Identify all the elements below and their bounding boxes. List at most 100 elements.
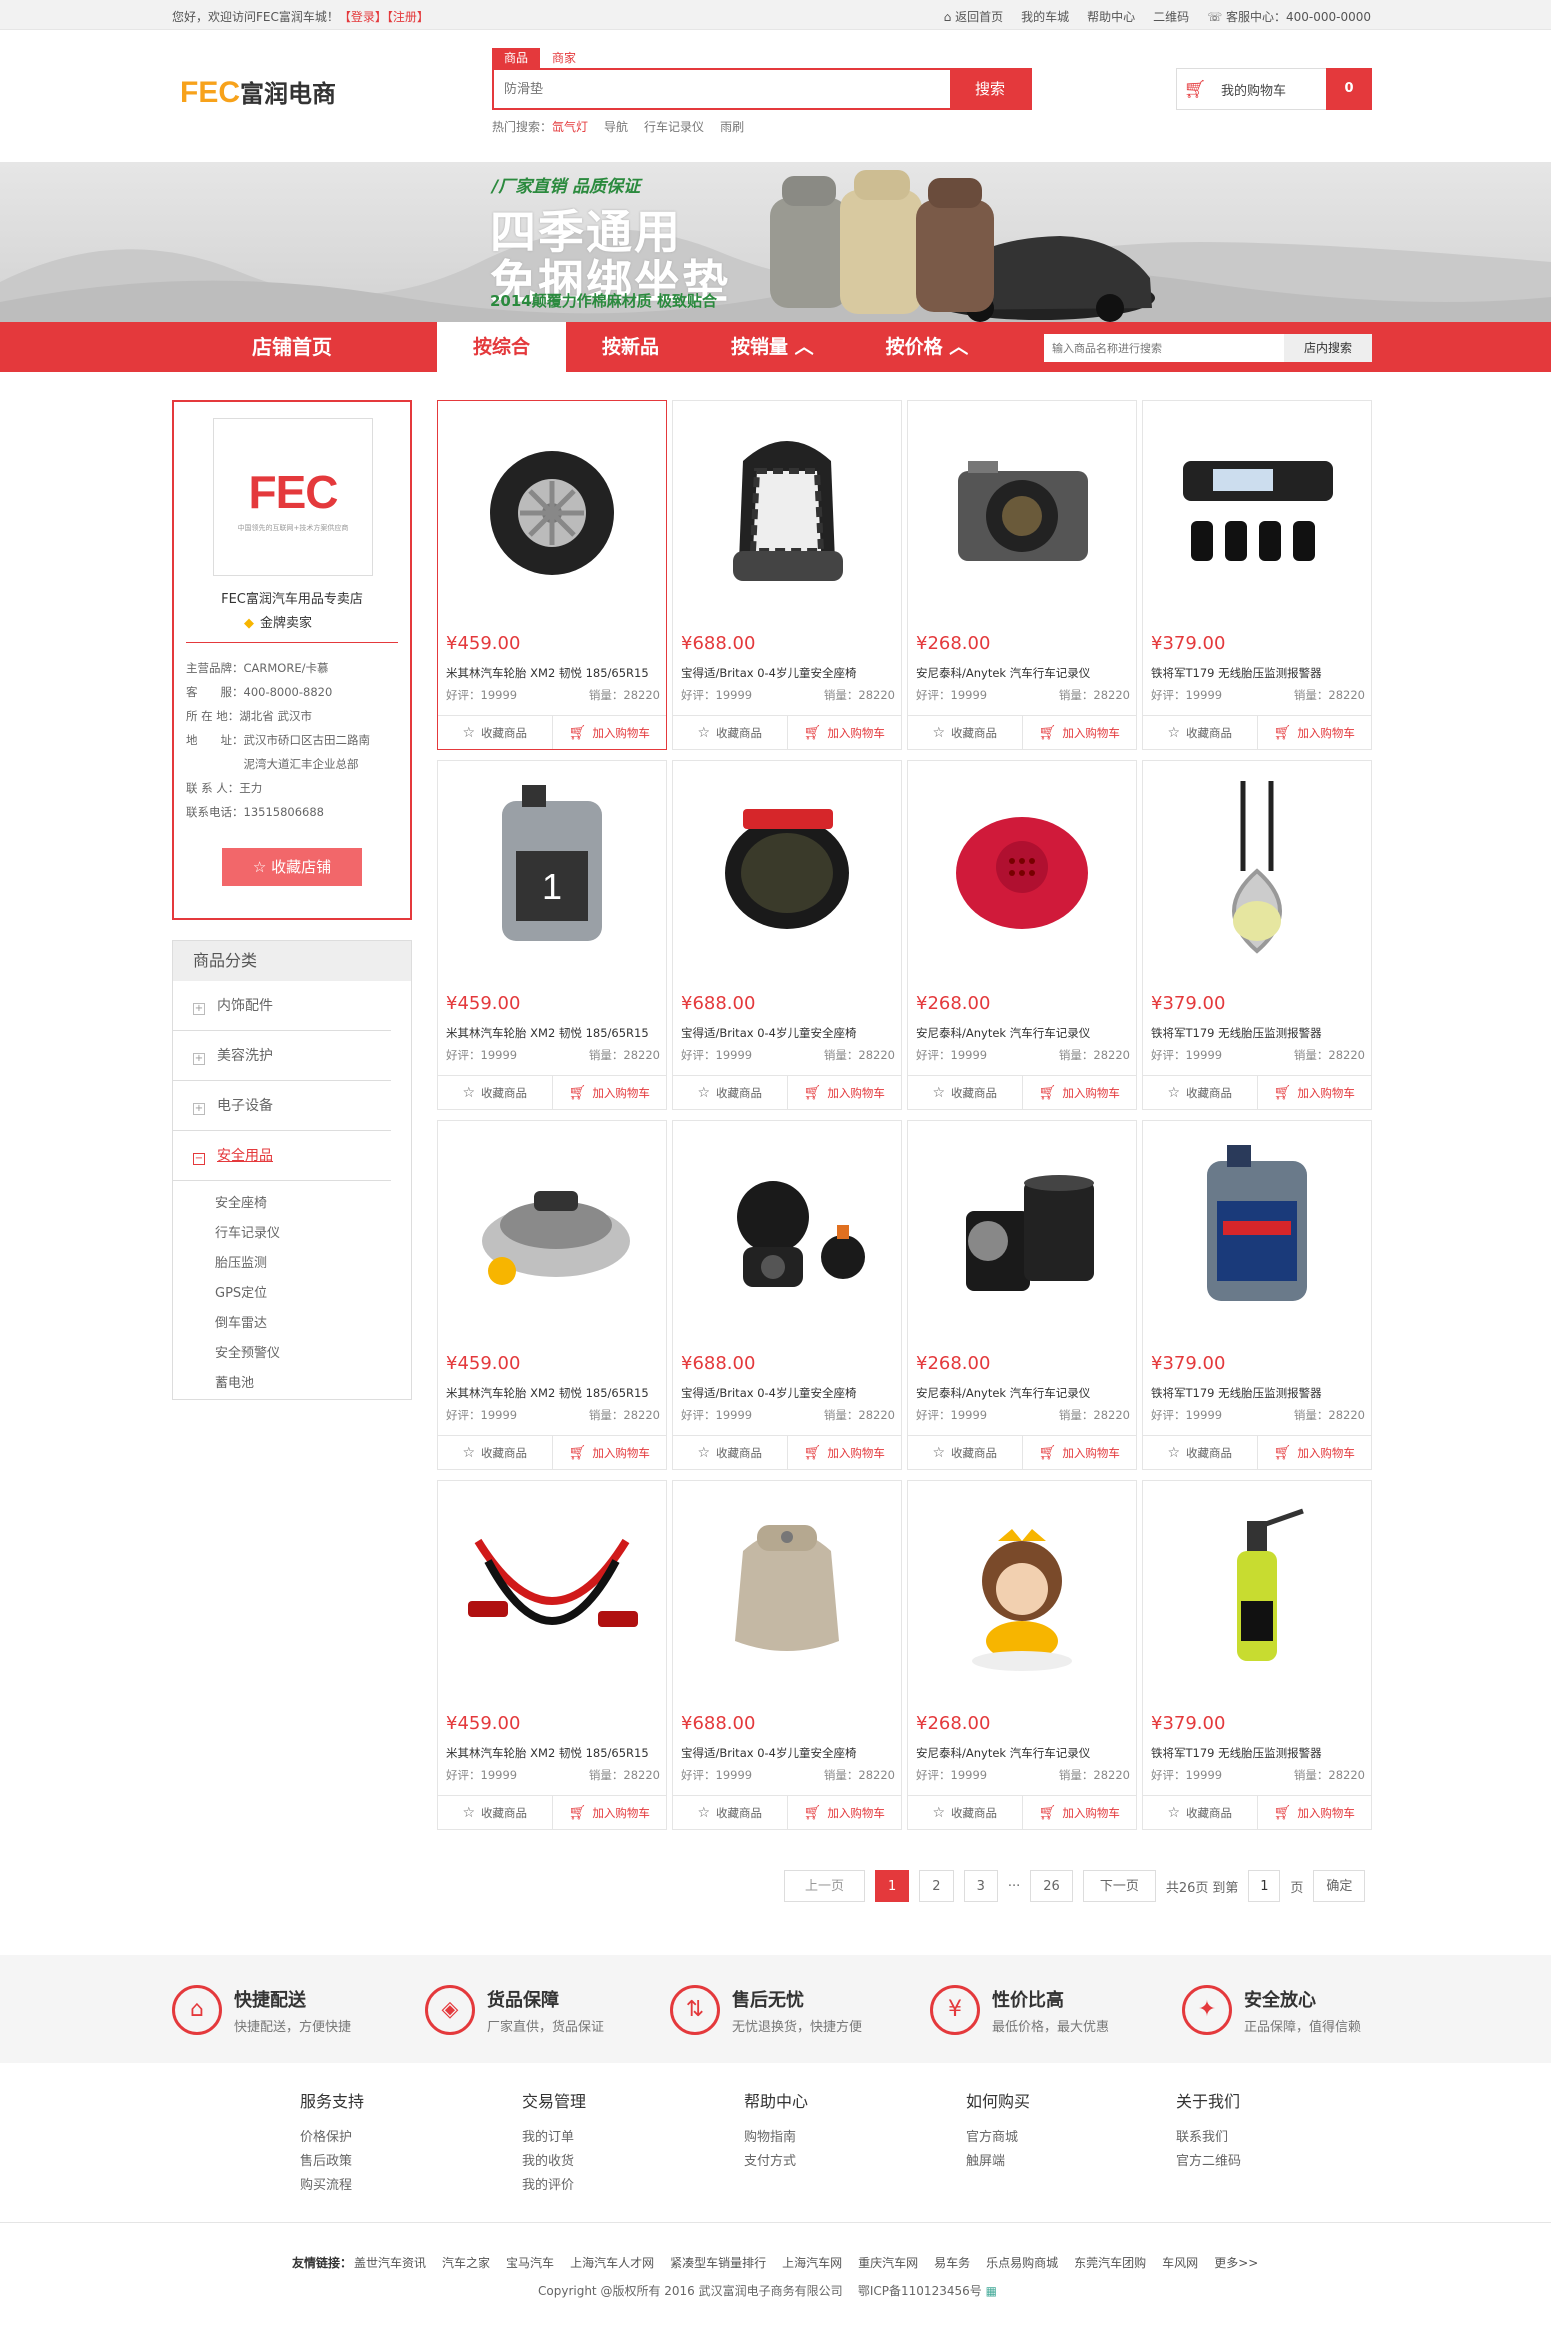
category-item-interior[interactable]: + 内饰配件: [173, 981, 391, 1031]
search-tab-goods[interactable]: 商品: [492, 48, 541, 68]
add-to-cart-button[interactable]: 🛒︎ 加入购物车: [1023, 1436, 1137, 1469]
help-center-link[interactable]: 帮助中心: [1087, 8, 1135, 25]
product-card[interactable]: ¥379.00 铁将军T179 无线胎压监测报警器 好评：19999 销量：28220…: [1142, 1480, 1372, 1830]
oil-filter-image[interactable]: [908, 1121, 1136, 1339]
footer-link[interactable]: 触屏端: [966, 2150, 1030, 2174]
subcategory-item[interactable]: 安全预警仪: [215, 1339, 411, 1369]
product-title[interactable]: 宝得适/Britax 0-4岁儿童安全座椅: [681, 1385, 895, 1401]
favorite-product-button[interactable]: ☆ 收藏商品: [673, 716, 788, 749]
shop-search-button[interactable]: 店内搜索: [1284, 334, 1372, 362]
add-to-cart-button[interactable]: 🛒︎ 加入购物车: [788, 1796, 902, 1829]
friend-link[interactable]: 易车务: [934, 2254, 970, 2271]
page-button[interactable]: 2: [919, 1870, 954, 1902]
favorite-product-button[interactable]: ☆ 收藏商品: [673, 1796, 788, 1829]
sort-tab-price[interactable]: 按价格 ︿: [850, 322, 1005, 372]
hot-term[interactable]: 行车记录仪: [644, 118, 704, 135]
hot-term[interactable]: 氙气灯: [552, 118, 588, 135]
footer-link[interactable]: 联系我们: [1176, 2126, 1241, 2150]
product-title[interactable]: 宝得适/Britax 0-4岁儿童安全座椅: [681, 1025, 895, 1041]
prev-page-button[interactable]: 上一页: [784, 1870, 866, 1902]
customer-service-link[interactable]: ☏ 客服中心：400-000-0000: [1207, 8, 1371, 25]
oil-bottle-image[interactable]: 1: [438, 761, 666, 979]
subcategory-item[interactable]: GPS定位: [215, 1279, 411, 1309]
add-to-cart-button[interactable]: 🛒︎ 加入购物车: [1258, 716, 1372, 749]
camera-image[interactable]: [908, 401, 1136, 619]
footer-link[interactable]: 售后政策: [300, 2150, 364, 2174]
friend-link[interactable]: 上海汽车网: [782, 2254, 842, 2271]
friend-link[interactable]: 盖世汽车资讯: [354, 2254, 426, 2271]
product-card[interactable]: ¥268.00 安尼泰科/Anytek 汽车行车记录仪 好评：19999 销量：282…: [907, 760, 1137, 1110]
sprayer-image[interactable]: [1143, 1481, 1371, 1699]
my-mall-link[interactable]: 我的车城: [1021, 8, 1069, 25]
category-item-beauty[interactable]: + 美容洗护: [173, 1031, 391, 1081]
favorite-product-button[interactable]: ☆ 收藏商品: [673, 1076, 788, 1109]
product-card[interactable]: ¥688.00 宝得适/Britax 0-4岁儿童安全座椅 好评：19999 销量：2…: [672, 1480, 902, 1830]
sort-tab-new[interactable]: 按新品: [566, 322, 695, 372]
monkey-doll-image[interactable]: [908, 1481, 1136, 1699]
favorite-product-button[interactable]: ☆ 收藏商品: [908, 1436, 1023, 1469]
hot-term[interactable]: 雨刷: [720, 118, 744, 135]
lumbar-pillow-image[interactable]: [673, 1481, 901, 1699]
shop-logo[interactable]: FEC 中国领先的互联网+技术方案供应商: [213, 418, 373, 576]
product-card[interactable]: ¥459.00 米其林汽车轮胎 XM2 韧悦 185/65R15 好评：19999 销…: [437, 1480, 667, 1830]
child-seat-image[interactable]: [673, 401, 901, 619]
product-title[interactable]: 安尼泰科/Anytek 汽车行车记录仪: [916, 1025, 1130, 1041]
add-to-cart-button[interactable]: 🛒︎ 加入购物车: [1023, 1796, 1137, 1829]
product-card[interactable]: ¥268.00 安尼泰科/Anytek 汽车行车记录仪 好评：19999 销量：282…: [907, 400, 1137, 750]
subcategory-item[interactable]: 安全座椅: [215, 1189, 411, 1219]
product-card[interactable]: ¥459.00 米其林汽车轮胎 XM2 韧悦 185/65R15 好评：19999 销…: [437, 400, 667, 750]
product-card[interactable]: ¥268.00 安尼泰科/Anytek 汽车行车记录仪 好评：19999 销量：282…: [907, 1120, 1137, 1470]
friend-link[interactable]: 更多>>: [1214, 2254, 1258, 2271]
footer-link[interactable]: 价格保护: [300, 2126, 364, 2150]
air-freshener-image[interactable]: [438, 1121, 666, 1339]
footer-link[interactable]: 官方商城: [966, 2126, 1030, 2150]
footer-link[interactable]: 我的评价: [522, 2174, 586, 2198]
favorite-product-button[interactable]: ☆ 收藏商品: [1143, 1076, 1258, 1109]
product-title[interactable]: 宝得适/Britax 0-4岁儿童安全座椅: [681, 665, 895, 681]
add-to-cart-button[interactable]: 🛒︎ 加入购物车: [1023, 1076, 1137, 1109]
friend-link[interactable]: 重庆汽车网: [858, 2254, 918, 2271]
product-title[interactable]: 米其林汽车轮胎 XM2 韧悦 185/65R15: [446, 1025, 660, 1041]
jumper-cables-image[interactable]: [438, 1481, 666, 1699]
friend-link[interactable]: 汽车之家: [442, 2254, 490, 2271]
add-to-cart-button[interactable]: 🛒︎ 加入购物车: [788, 1076, 902, 1109]
add-to-cart-button[interactable]: 🛒︎ 加入购物车: [788, 1436, 902, 1469]
search-input[interactable]: [494, 70, 950, 108]
add-to-cart-button[interactable]: 🛒︎ 加入购物车: [553, 1796, 667, 1829]
product-title[interactable]: 铁将军T179 无线胎压监测报警器: [1151, 1745, 1365, 1761]
friend-link[interactable]: 东莞汽车团购: [1074, 2254, 1146, 2271]
friend-link[interactable]: 紧凑型车销量排行: [670, 2254, 766, 2271]
product-title[interactable]: 安尼泰科/Anytek 汽车行车记录仪: [916, 1745, 1130, 1761]
subcategory-item[interactable]: 蓄电池: [215, 1369, 411, 1399]
shop-home-link[interactable]: 店铺首页: [172, 322, 412, 372]
goto-confirm-button[interactable]: 确定: [1313, 1870, 1366, 1902]
footer-link[interactable]: 支付方式: [744, 2150, 808, 2174]
cart-button[interactable]: 🛒︎ 我的购物车 0: [1176, 68, 1372, 110]
subcategory-item[interactable]: 倒车雷达: [215, 1309, 411, 1339]
product-title[interactable]: 米其林汽车轮胎 XM2 韧悦 185/65R15: [446, 1385, 660, 1401]
footer-link[interactable]: 购买流程: [300, 2174, 364, 2198]
next-page-button[interactable]: 下一页: [1082, 1870, 1156, 1902]
friend-link[interactable]: 宝马汽车: [506, 2254, 554, 2271]
oil-bottle-blue-image[interactable]: [1143, 1121, 1371, 1339]
favorite-product-button[interactable]: ☆ 收藏商品: [908, 716, 1023, 749]
favorite-product-button[interactable]: ☆ 收藏商品: [1143, 1796, 1258, 1829]
login-link[interactable]: 【登录】: [339, 10, 387, 24]
site-logo[interactable]: FEC富润电商: [180, 74, 336, 110]
add-to-cart-button[interactable]: 🛒︎ 加入购物车: [1258, 1796, 1372, 1829]
product-title[interactable]: 铁将军T179 无线胎压监测报警器: [1151, 665, 1365, 681]
subcategory-item[interactable]: 胎压监测: [215, 1249, 411, 1279]
friend-link[interactable]: 乐点易购商城: [986, 2254, 1058, 2271]
shop-banner[interactable]: /厂家直销 品质保证 四季通用 免捆绑坐垫 2014颠覆力作棉麻材质 极致贴合: [0, 162, 1551, 322]
hot-term[interactable]: 导航: [604, 118, 628, 135]
product-card[interactable]: ¥379.00 铁将军T179 无线胎压监测报警器 好评：19999 销量：28220…: [1142, 760, 1372, 1110]
friend-link[interactable]: 上海汽车人才网: [570, 2254, 654, 2271]
add-to-cart-button[interactable]: 🛒︎ 加入购物车: [1023, 716, 1137, 749]
product-title[interactable]: 铁将军T179 无线胎压监测报警器: [1151, 1025, 1365, 1041]
add-to-cart-button[interactable]: 🛒︎ 加入购物车: [553, 1436, 667, 1469]
page-button[interactable]: 3: [963, 1870, 998, 1902]
favorite-product-button[interactable]: ☆ 收藏商品: [438, 1436, 553, 1469]
product-title[interactable]: 米其林汽车轮胎 XM2 韧悦 185/65R15: [446, 1745, 660, 1761]
perfume-pendant-image[interactable]: [1143, 761, 1371, 979]
product-card[interactable]: ¥379.00 铁将军T179 无线胎压监测报警器 好评：19999 销量：28220…: [1142, 400, 1372, 750]
